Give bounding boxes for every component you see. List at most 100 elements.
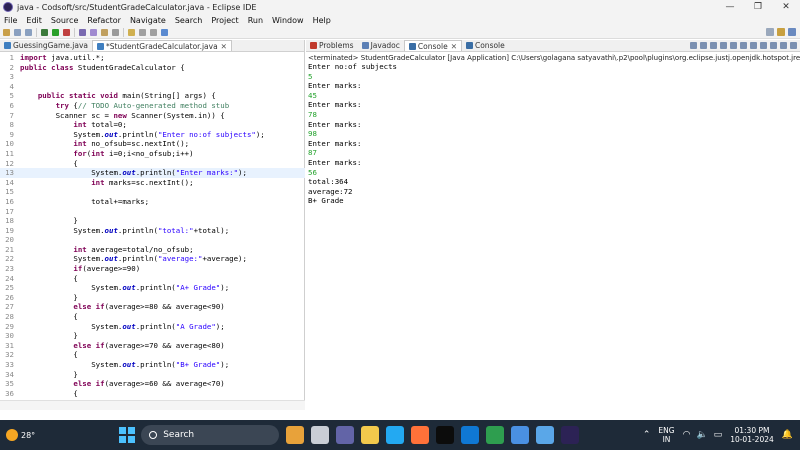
eclipse-icon[interactable] bbox=[561, 426, 580, 444]
menu-run[interactable]: Run bbox=[248, 16, 263, 25]
code-line[interactable]: 33 System.out.println("B+ Grade"); bbox=[0, 360, 305, 370]
vscode-icon[interactable] bbox=[386, 426, 405, 444]
close-button[interactable]: ✕ bbox=[772, 0, 800, 14]
start-button[interactable] bbox=[119, 427, 135, 443]
maximize-button[interactable]: ❐ bbox=[744, 0, 772, 14]
battery-icon[interactable]: ▭ bbox=[714, 430, 723, 440]
code-line[interactable]: 13 System.out.println("Enter marks:"); bbox=[0, 168, 305, 178]
code-line[interactable]: 4 bbox=[0, 82, 305, 92]
code-line[interactable]: 5 public static void main(String[] args)… bbox=[0, 91, 305, 101]
code-line[interactable]: 23 if(average>=90) bbox=[0, 264, 305, 274]
minimize-view-icon[interactable] bbox=[780, 42, 787, 49]
scroll-lock-icon[interactable] bbox=[730, 42, 737, 49]
code-line[interactable]: 14 int marks=sc.nextInt(); bbox=[0, 178, 305, 188]
wifi-icon[interactable]: ◠ bbox=[683, 430, 691, 440]
console-output[interactable]: Enter no:of subjects 5 Enter marks: 45 Enter… bbox=[306, 62, 800, 206]
terminal-icon[interactable] bbox=[436, 426, 455, 444]
quick-access-icon[interactable] bbox=[766, 28, 774, 36]
search-icon[interactable] bbox=[112, 28, 119, 36]
code-line[interactable]: 32 { bbox=[0, 350, 305, 360]
speaker-icon[interactable]: 🔈 bbox=[696, 430, 707, 440]
code-line[interactable]: 27 else if(average>=80 && average<90) bbox=[0, 302, 305, 312]
chrome-icon[interactable] bbox=[486, 426, 505, 444]
code-line[interactable]: 26 } bbox=[0, 293, 305, 303]
maximize-view-icon[interactable] bbox=[790, 42, 797, 49]
menu-search[interactable]: Search bbox=[175, 16, 202, 25]
close-tab-icon[interactable]: ✕ bbox=[221, 42, 227, 51]
new-java-class-icon[interactable] bbox=[79, 28, 86, 36]
code-line[interactable]: 16 total+=marks; bbox=[0, 197, 305, 207]
code-line[interactable]: 36 { bbox=[0, 389, 305, 399]
menu-source[interactable]: Source bbox=[51, 16, 78, 25]
code-line[interactable]: 10 int no_ofsub=sc.nextInt(); bbox=[0, 139, 305, 149]
menu-file[interactable]: File bbox=[4, 16, 17, 25]
notes-app-icon[interactable] bbox=[536, 426, 555, 444]
tab-javadoc[interactable]: Javadoc bbox=[358, 40, 404, 51]
code-line[interactable]: 6 try {// TODO Auto-generated method stu… bbox=[0, 101, 305, 111]
open-type-icon[interactable] bbox=[101, 28, 108, 36]
code-line[interactable]: 18 } bbox=[0, 216, 305, 226]
tab-problems[interactable]: Problems bbox=[306, 40, 358, 51]
new-file-icon[interactable] bbox=[3, 28, 10, 36]
minimize-button[interactable]: — bbox=[716, 0, 744, 14]
menu-project[interactable]: Project bbox=[211, 16, 238, 25]
language-indicator[interactable]: ENG IN bbox=[658, 426, 674, 444]
save-icon[interactable] bbox=[14, 28, 21, 36]
droplet-app-icon[interactable] bbox=[511, 426, 530, 444]
code-line[interactable]: 20 bbox=[0, 235, 305, 245]
code-line[interactable]: 35 else if(average>=60 && average<70) bbox=[0, 379, 305, 389]
code-line[interactable]: 1 import java.util.*; bbox=[0, 53, 305, 63]
close-tab-icon[interactable]: ✕ bbox=[451, 42, 457, 51]
run-icon[interactable] bbox=[52, 28, 59, 36]
chevron-up-icon[interactable]: ⌃ bbox=[643, 430, 651, 440]
forward-icon[interactable] bbox=[150, 28, 157, 36]
code-line[interactable]: 28 { bbox=[0, 312, 305, 322]
code-line[interactable]: 7 Scanner sc = new Scanner(System.in)) { bbox=[0, 111, 305, 121]
tab-console-2[interactable]: Console bbox=[462, 40, 509, 51]
new-package-icon[interactable] bbox=[90, 28, 97, 36]
code-line[interactable]: 19 System.out.println("total:"+total); bbox=[0, 226, 305, 236]
notification-bell-icon[interactable]: 🔔 bbox=[782, 430, 793, 440]
menu-window[interactable]: Window bbox=[272, 16, 304, 25]
code-line[interactable]: 25 System.out.println("A+ Grade"); bbox=[0, 283, 305, 293]
taskbar-search[interactable]: Search bbox=[141, 425, 280, 445]
code-line[interactable]: 2 public class StudentGradeCalculator { bbox=[0, 63, 305, 73]
debug-perspective-icon[interactable] bbox=[788, 28, 796, 36]
open-console-icon[interactable] bbox=[161, 28, 168, 36]
tab-console[interactable]: Console ✕ bbox=[403, 40, 462, 51]
code-line[interactable]: 8 int total=0; bbox=[0, 120, 305, 130]
code-line[interactable]: 22 System.out.println("average:"+average… bbox=[0, 254, 305, 264]
code-line[interactable]: 21 int average=total/no_ofsub; bbox=[0, 245, 305, 255]
remove-all-icon[interactable] bbox=[710, 42, 717, 49]
code-line[interactable]: 24 { bbox=[0, 274, 305, 284]
code-line[interactable]: 29 System.out.println("A Grade"); bbox=[0, 322, 305, 332]
external-tools-icon[interactable] bbox=[63, 28, 70, 36]
back-icon[interactable] bbox=[139, 28, 146, 36]
menu-navigate[interactable]: Navigate bbox=[130, 16, 166, 25]
mail-icon[interactable] bbox=[461, 426, 480, 444]
pin-console-icon[interactable] bbox=[750, 42, 757, 49]
weather-widget[interactable]: 28° bbox=[6, 429, 35, 441]
code-line[interactable]: 15 bbox=[0, 187, 305, 197]
open-console-icon[interactable] bbox=[770, 42, 777, 49]
debug-icon[interactable] bbox=[41, 28, 48, 36]
code-line[interactable]: 17 bbox=[0, 207, 305, 217]
menu-help[interactable]: Help bbox=[313, 16, 331, 25]
code-line[interactable]: 34 } bbox=[0, 370, 305, 380]
code-line[interactable]: 11 for(int i=0;i<no_ofsub;i++) bbox=[0, 149, 305, 159]
code-editor[interactable]: 1 import java.util.*; 2 public class Studen… bbox=[0, 53, 305, 398]
code-line[interactable]: 31 else if(average>=70 && average<80) bbox=[0, 341, 305, 351]
code-line[interactable]: 30 } bbox=[0, 331, 305, 341]
save-all-icon[interactable] bbox=[25, 28, 32, 36]
clock[interactable]: 01:30 PM 10-01-2024 bbox=[730, 426, 774, 444]
firefox-icon[interactable] bbox=[411, 426, 430, 444]
teams-icon[interactable] bbox=[336, 426, 355, 444]
code-line[interactable]: 12 { bbox=[0, 159, 305, 169]
horizontal-scrollbar[interactable] bbox=[0, 400, 305, 410]
clear-console-icon[interactable] bbox=[720, 42, 727, 49]
code-line[interactable]: 9 System.out.println("Enter no:of subjec… bbox=[0, 130, 305, 140]
display-console-icon[interactable] bbox=[760, 42, 767, 49]
terminate-icon[interactable] bbox=[690, 42, 697, 49]
tab-student-grade-calculator[interactable]: *StudentGradeCalculator.java ✕ bbox=[92, 40, 232, 51]
widgets-app-icon[interactable] bbox=[286, 426, 305, 444]
